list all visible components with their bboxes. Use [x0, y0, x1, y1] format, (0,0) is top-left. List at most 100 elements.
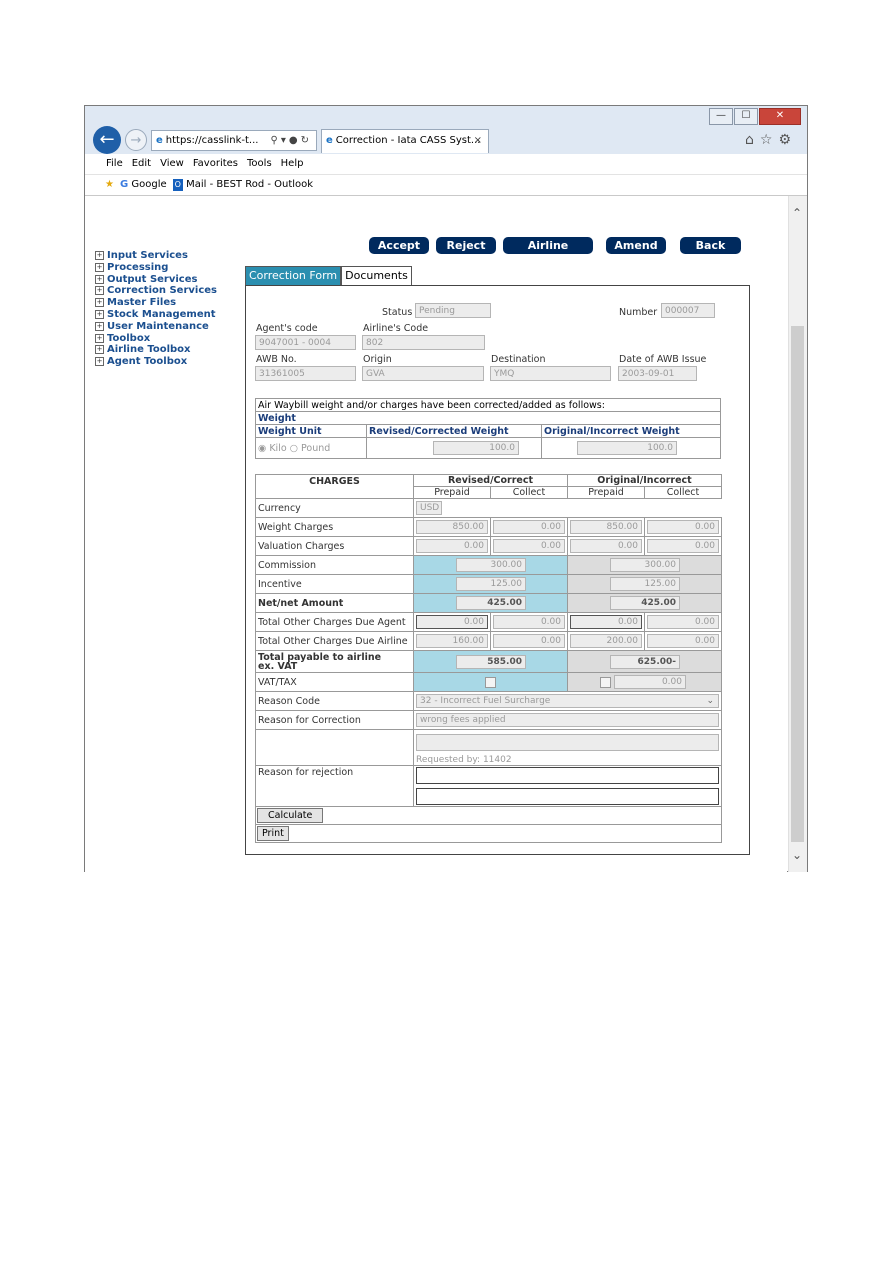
settings-gear-icon[interactable]: ⚙ [778, 132, 797, 148]
accept-button[interactable]: Accept [369, 237, 429, 254]
back-action-button[interactable]: Back [680, 237, 741, 254]
cell: 0.00 [490, 536, 568, 556]
fav-outlook[interactable]: Mail - BEST Rod - Outlook [186, 179, 313, 190]
nav-item-agent-toolbox[interactable]: + Agent Toolbox [95, 356, 217, 368]
currency-label: Currency [255, 498, 414, 518]
reason-code-select[interactable]: 32 - Incorrect Fuel Surcharge ⌄ [416, 694, 720, 708]
close-button[interactable]: ✕ [759, 108, 801, 125]
other-airline-label: Total Other Charges Due Airline [255, 631, 414, 651]
menu-file[interactable]: File [106, 158, 123, 169]
valuation-orig-collect: 0.00 [647, 539, 720, 553]
scroll-down-icon[interactable]: ⌄ [792, 848, 802, 862]
reject-button[interactable]: Reject [436, 237, 496, 254]
total-payable-rev: 585.00 [456, 654, 526, 669]
vertical-scrollbar[interactable]: ⌃ ⌄ [788, 196, 807, 872]
nav-item-user-maintenance[interactable]: + User Maintenance [95, 321, 217, 333]
back-button[interactable]: ← [93, 126, 121, 154]
scroll-thumb[interactable] [791, 326, 804, 842]
cell: 425.00 [413, 593, 568, 613]
cell: 125.00 [413, 574, 568, 594]
browser-tab[interactable]: e Correction - Iata CASS Syst... × [321, 129, 489, 153]
menu-view[interactable]: View [160, 158, 184, 169]
vat-orig-checkbox[interactable] [600, 676, 611, 688]
nav-item-toolbox[interactable]: + Toolbox [95, 333, 217, 345]
address-tools-icon[interactable]: ⚲▾●↻ [271, 131, 312, 150]
table-row: Total payable to airline ex. VAT 585.00 6… [255, 650, 723, 673]
amend-button[interactable]: Amend [606, 237, 666, 254]
orig-prepaid-header: Prepaid [567, 486, 645, 499]
origin-label: Origin [363, 354, 392, 365]
nav-item-processing[interactable]: + Processing [95, 262, 217, 274]
menu-help[interactable]: Help [281, 158, 304, 169]
menu-edit[interactable]: Edit [132, 158, 151, 169]
nav-item-correction-services[interactable]: + Correction Services [95, 285, 217, 297]
expand-icon[interactable]: + [95, 298, 104, 308]
favorites-star-icon[interactable]: ☆ [760, 132, 779, 148]
expand-icon[interactable]: + [95, 309, 104, 319]
expand-icon[interactable]: + [95, 357, 104, 367]
cell: 32 - Incorrect Fuel Surcharge ⌄ [412, 691, 723, 711]
tab-documents[interactable]: Documents [341, 266, 412, 286]
expand-icon[interactable]: + [95, 251, 104, 260]
original-header: Original/Incorrect [566, 474, 723, 487]
nav-item-airline-toolbox[interactable]: + Airline Toolbox [95, 344, 217, 356]
menu-bar: File Edit View Favorites Tools Help [85, 154, 807, 175]
favorites-add-icon[interactable]: ★ [105, 179, 114, 190]
expand-icon[interactable]: + [95, 321, 104, 331]
forward-button[interactable]: → [125, 129, 147, 151]
calculate-button[interactable]: Calculate [257, 808, 324, 823]
expand-icon[interactable]: + [95, 345, 104, 355]
agent-code-label: Agent's code [256, 323, 318, 334]
cell: 850.00 [567, 517, 645, 537]
requested-by: Requested by: 11402 [416, 755, 512, 765]
vat-label: VAT/TAX [255, 672, 414, 692]
cell [413, 672, 568, 692]
net-amount-orig: 425.00 [610, 596, 680, 610]
nav-item-master-files[interactable]: + Master Files [95, 297, 217, 309]
nav-item-output-services[interactable]: + Output Services [95, 274, 217, 286]
print-cell: Print [254, 824, 723, 843]
tab-correction-form[interactable]: Correction Form [245, 266, 342, 286]
table-row: Currency USD [255, 498, 722, 518]
cell: Requested by: 11402 [412, 729, 723, 766]
incentive-rev: 125.00 [456, 577, 526, 591]
other-agent-rev-prepaid: 0.00 [416, 615, 488, 629]
awb-label: AWB No. [256, 354, 297, 365]
expand-icon[interactable]: + [95, 262, 104, 272]
expand-icon[interactable]: + [95, 274, 104, 284]
tab-ie-icon: e [326, 135, 333, 146]
nav-item-stock-management[interactable]: + Stock Management [95, 309, 217, 321]
menu-tools[interactable]: Tools [247, 158, 272, 169]
cell: 0.00 [567, 536, 645, 556]
other-airline-rev-prepaid: 160.00 [416, 634, 488, 648]
cell [412, 765, 723, 807]
favorites-bar: ★ G Google O Mail - BEST Rod - Outlook [85, 175, 807, 196]
home-icon[interactable]: ⌂ [745, 132, 760, 148]
tab-close-icon[interactable]: × [474, 130, 482, 152]
address-bar[interactable]: e https://casslink-t... ⚲▾●↻ [151, 130, 317, 151]
cell: 300.00 [413, 555, 568, 575]
fav-google[interactable]: Google [131, 179, 166, 190]
status-label: Status [382, 307, 413, 318]
radio-pound[interactable]: ○ [290, 443, 298, 454]
cell: 0.00 [413, 536, 491, 556]
radio-kilo[interactable]: ◉ [258, 443, 266, 454]
reason-rejection-input-1[interactable] [416, 767, 720, 784]
tab-title: Correction - Iata CASS Syst... [335, 135, 481, 146]
airline-handled-button[interactable]: Airline Handled [503, 237, 593, 269]
table-row: Calculate [254, 806, 723, 825]
status-field: Pending [415, 303, 491, 318]
print-button[interactable]: Print [257, 826, 289, 841]
scroll-up-icon[interactable]: ⌃ [792, 206, 802, 220]
cell: 850.00 [413, 517, 491, 537]
expand-icon[interactable]: + [95, 333, 104, 343]
vat-rev-checkbox[interactable] [485, 676, 496, 688]
revised-weight-cell: 100.0 [366, 437, 542, 459]
minimize-button[interactable]: — [709, 108, 733, 125]
cell: 0.00 [566, 672, 723, 692]
maximize-button[interactable]: ☐ [734, 108, 758, 125]
menu-favorites[interactable]: Favorites [193, 158, 238, 169]
reason-rejection-input-2[interactable] [416, 788, 720, 805]
expand-icon[interactable]: + [95, 286, 104, 296]
nav-item-input-services[interactable]: + Input Services [95, 250, 217, 262]
